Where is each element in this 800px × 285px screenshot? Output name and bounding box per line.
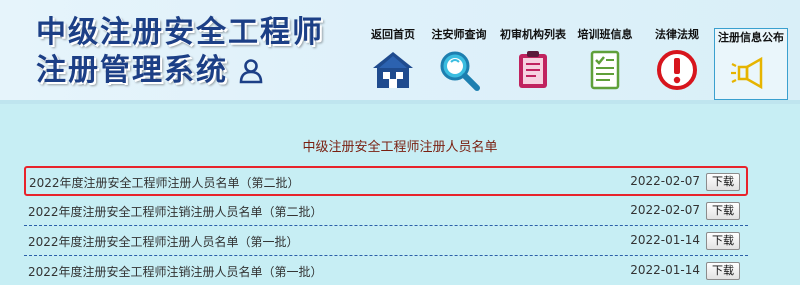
list-item[interactable]: 2022年度注册安全工程师注册人员名单（第一批） 2022-01-14 下载	[24, 226, 748, 256]
nav-item-registration-notice[interactable]: 注册信息公布	[714, 28, 788, 100]
nav-item-label: 培训班信息	[577, 28, 633, 41]
list-item-title[interactable]: 2022年度注册安全工程师注册人员名单（第一批）	[28, 233, 299, 250]
nav-item-training-info[interactable]: 培训班信息	[568, 28, 642, 100]
nav-item-laws[interactable]: 法律法规	[640, 28, 714, 100]
magnifier-icon	[440, 51, 480, 91]
download-button[interactable]: 下载	[706, 262, 740, 280]
site-header: 中级注册安全工程师 注册管理系统 返回首页 注安师查询 初审机构列表 培训班信息…	[0, 0, 800, 104]
download-button[interactable]: 下载	[706, 173, 740, 191]
clipboard-icon	[519, 51, 547, 88]
list-item[interactable]: 2022年度注册安全工程师注销注册人员名单（第二批） 2022-02-07 下载	[24, 196, 748, 226]
list-item-date: 2022-02-07	[630, 174, 700, 188]
list-item[interactable]: 2022年度注册安全工程师注销注册人员名单（第一批） 2022-01-14 下载	[24, 256, 748, 285]
exclamation-icon	[657, 50, 697, 90]
list-item-date: 2022-02-07	[630, 203, 700, 217]
site-logo[interactable]: 中级注册安全工程师 注册管理系统	[36, 14, 324, 94]
notice-list: 2022年度注册安全工程师注册人员名单（第二批） 2022-02-07 下载 2…	[24, 166, 748, 285]
megaphone-icon	[731, 56, 763, 90]
nav-item-label: 注册信息公布	[718, 31, 784, 44]
download-button[interactable]: 下载	[706, 202, 740, 220]
home-icon	[373, 52, 413, 88]
main-content: 中级注册安全工程师注册人员名单 2022年度注册安全工程师注册人员名单（第二批）…	[0, 104, 800, 285]
list-item-title[interactable]: 2022年度注册安全工程师注销注册人员名单（第二批）	[28, 203, 323, 220]
nav-item-label: 初审机构列表	[500, 28, 566, 41]
list-item-date: 2022-01-14	[630, 263, 700, 277]
logo-title-line1: 中级注册安全工程师	[36, 15, 324, 50]
page-title: 中级注册安全工程师注册人员名单	[302, 140, 498, 155]
nav-item-search-engineer[interactable]: 注安师查询	[422, 28, 496, 100]
list-item[interactable]: 2022年度注册安全工程师注册人员名单（第二批） 2022-02-07 下载	[24, 166, 748, 196]
logo-title-line2: 注册管理系统	[36, 53, 228, 88]
nav-item-home[interactable]: 返回首页	[356, 28, 430, 100]
list-item-date: 2022-01-14	[630, 233, 700, 247]
nav-item-label: 法律法规	[655, 28, 699, 41]
list-item-title[interactable]: 2022年度注册安全工程师注销注册人员名单（第一批）	[28, 263, 323, 280]
download-button[interactable]: 下载	[706, 232, 740, 250]
nav-item-label: 注安师查询	[431, 28, 487, 41]
nav-item-review-agencies[interactable]: 初审机构列表	[496, 28, 570, 100]
document-check-icon	[590, 50, 620, 90]
user-icon	[239, 59, 263, 84]
nav-item-label: 返回首页	[371, 28, 415, 41]
list-item-title[interactable]: 2022年度注册安全工程师注册人员名单（第二批）	[29, 174, 300, 191]
